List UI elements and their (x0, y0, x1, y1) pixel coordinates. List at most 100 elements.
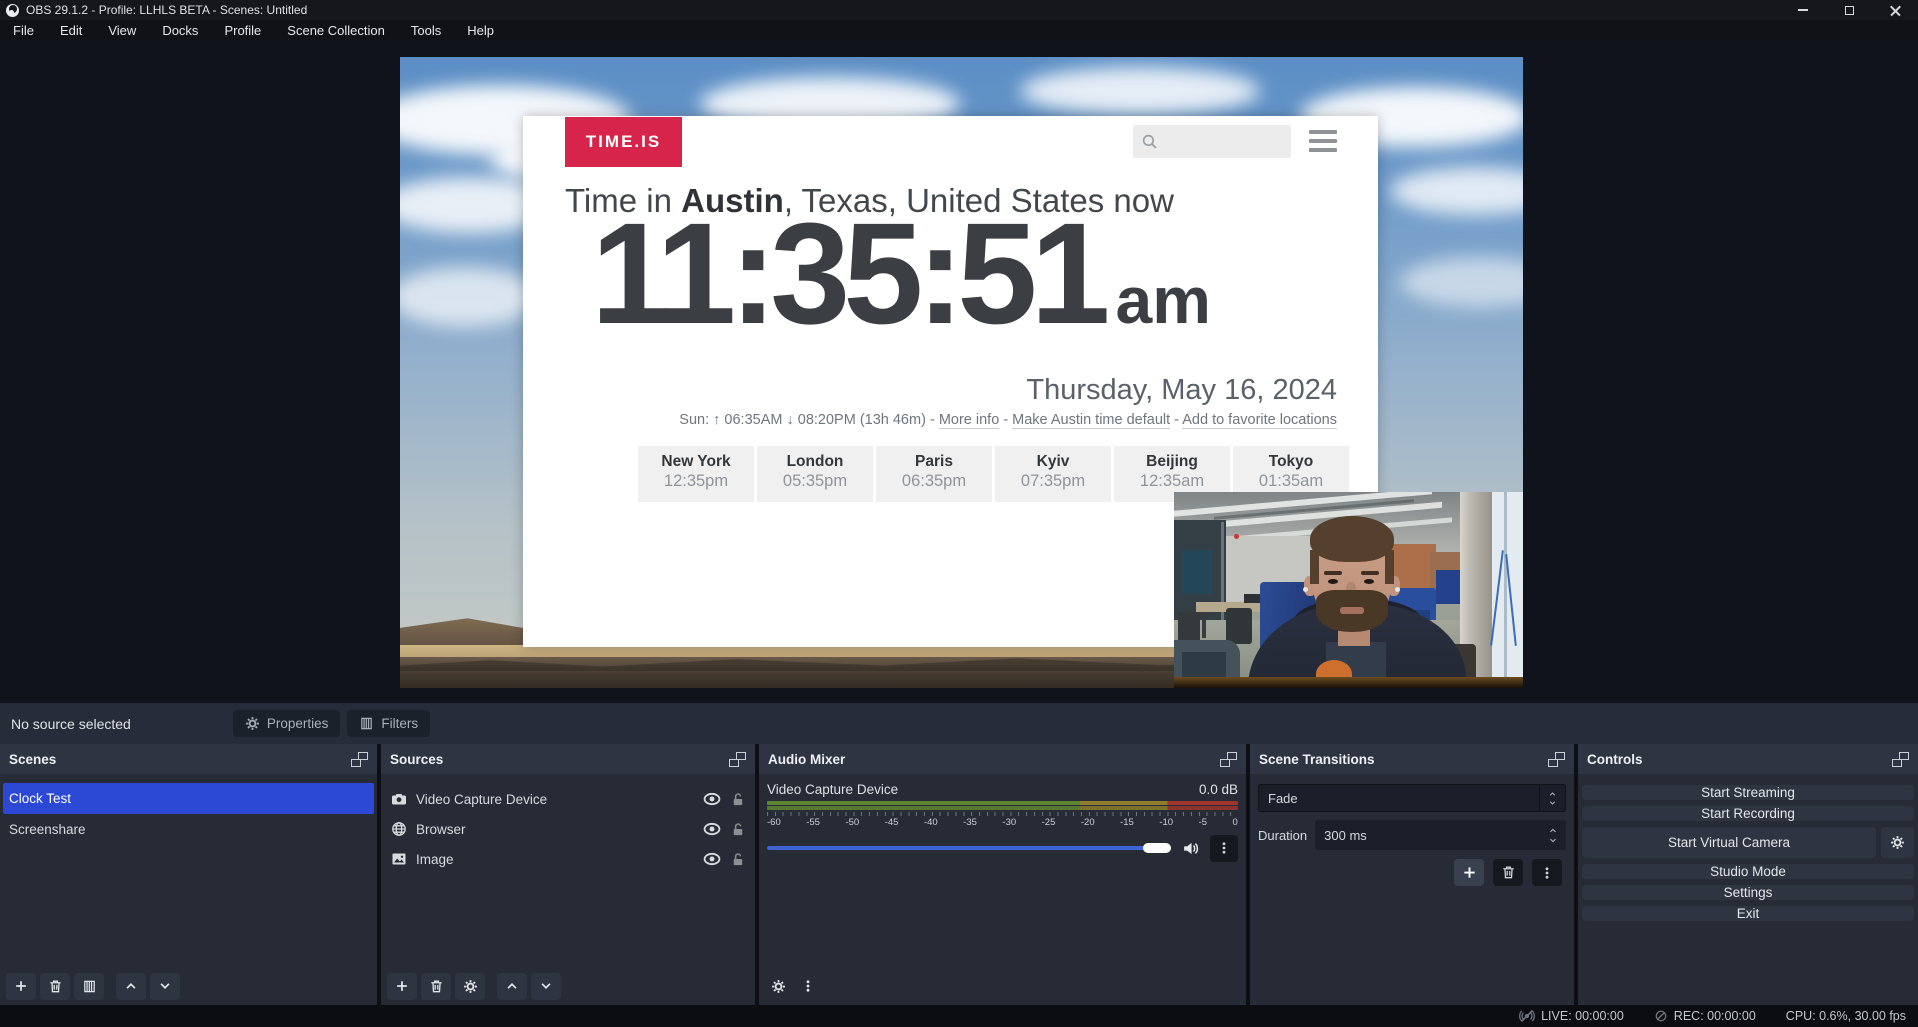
scenes-dock-header: Scenes (0, 744, 377, 774)
maximize-icon (1845, 6, 1854, 15)
scene-item-screenshare[interactable]: Screenshare (0, 814, 377, 845)
close-button[interactable] (1872, 0, 1918, 20)
exit-button[interactable]: Exit (1582, 906, 1914, 921)
settings-button[interactable]: Settings (1582, 885, 1914, 900)
filters-button[interactable]: Filters (347, 710, 430, 737)
source-move-down-button[interactable] (531, 973, 561, 1000)
menu-docks[interactable]: Docks (149, 20, 211, 40)
maximize-button[interactable] (1826, 0, 1872, 20)
source-move-up-button[interactable] (497, 973, 527, 1000)
clock-display: 11:35:51am (591, 202, 1211, 346)
source-item-browser[interactable]: Browser (381, 814, 755, 844)
volume-slider-handle[interactable] (1143, 843, 1171, 853)
studio-mode-button[interactable]: Studio Mode (1582, 864, 1914, 879)
obs-logo-icon (6, 4, 19, 17)
transition-options-button[interactable] (1532, 859, 1562, 886)
controls-dock: Controls Start Streaming Start Recording… (1578, 744, 1918, 1005)
scene-move-down-button[interactable] (150, 973, 180, 1000)
start-recording-button[interactable]: Start Recording (1582, 806, 1914, 821)
source-item-image[interactable]: Image (381, 844, 755, 874)
controls-header: Controls (1578, 744, 1918, 774)
speaker-icon[interactable] (1181, 840, 1200, 857)
visibility-eye-icon[interactable] (703, 852, 721, 866)
remove-scene-button[interactable] (40, 973, 70, 1000)
virtual-camera-settings-button[interactable] (1881, 827, 1914, 858)
live-status: LIVE: 00:00:00 (1519, 1008, 1624, 1024)
duration-spinbox[interactable]: 300 ms (1315, 820, 1566, 850)
channel-options-button[interactable] (1210, 835, 1238, 862)
scene-filters-button[interactable] (74, 973, 104, 1000)
minimize-icon (1798, 9, 1808, 11)
add-source-button[interactable] (387, 973, 417, 1000)
city-newyork[interactable]: New York12:35pm (638, 446, 754, 502)
timeis-logo[interactable]: TIME.IS (565, 117, 682, 167)
mixer-channel: Video Capture Device 0.0 dB -60-55-50-45… (759, 774, 1246, 861)
visibility-eye-icon[interactable] (703, 822, 721, 836)
audio-mixer-header: Audio Mixer (759, 744, 1246, 774)
duration-arrows[interactable] (1540, 826, 1566, 845)
source-status-text: No source selected (11, 716, 131, 732)
broadcast-off-icon (1519, 1008, 1535, 1024)
selected-source-toolbar: No source selected Properties Filters (0, 703, 1918, 744)
cpu-fps-status: CPU: 0.6%, 30.00 fps (1786, 1009, 1906, 1023)
channel-name: Video Capture Device (767, 782, 898, 797)
lock-icon[interactable] (730, 822, 745, 837)
minimize-button[interactable] (1780, 0, 1826, 20)
link-make-default[interactable]: Make Austin time default (1012, 412, 1170, 429)
volume-slider[interactable] (767, 846, 1171, 850)
menu-help[interactable]: Help (454, 20, 507, 40)
start-virtual-camera-button[interactable]: Start Virtual Camera (1582, 827, 1876, 858)
link-add-favorite[interactable]: Add to favorite locations (1182, 412, 1337, 429)
transition-select[interactable]: Fade (1258, 784, 1566, 812)
rec-status: REC: 00:00:00 (1654, 1009, 1756, 1023)
search-input[interactable] (1133, 125, 1291, 158)
popout-icon (729, 752, 746, 767)
obs-window: OBS 29.1.2 - Profile: LLHLS BETA - Scene… (0, 0, 1918, 1027)
volume-meter-right (767, 806, 1238, 810)
menu-scene-collection[interactable]: Scene Collection (274, 20, 398, 40)
close-icon (1890, 5, 1901, 16)
menu-edit[interactable]: Edit (47, 20, 95, 40)
globe-icon (391, 821, 407, 837)
sources-dock: Sources Video Capture Device Browser (381, 744, 755, 1005)
link-more-info[interactable]: More info (939, 412, 999, 429)
menu-profile[interactable]: Profile (211, 20, 274, 40)
scene-move-up-button[interactable] (116, 973, 146, 1000)
date-line: Thursday, May 16, 2024 (1026, 374, 1337, 407)
meter-tick-labels: -60-55-50-45-40-35-30-25-20-15-10-50 (767, 817, 1238, 828)
mixer-options-button[interactable] (795, 973, 821, 1000)
lock-icon[interactable] (730, 792, 745, 807)
dock-area: Scenes Clock Test Screenshare (0, 744, 1918, 1005)
webcam-video-overlay[interactable] (1174, 492, 1523, 688)
menu-tools[interactable]: Tools (398, 20, 454, 40)
program-canvas[interactable]: TIME.IS Time in Austin, Texas, United St… (400, 57, 1523, 688)
window-title: OBS 29.1.2 - Profile: LLHLS BETA - Scene… (26, 3, 307, 17)
sources-dock-header: Sources (381, 744, 755, 774)
volume-meter-left (767, 801, 1238, 805)
popout-icon (351, 752, 368, 767)
city-paris[interactable]: Paris06:35pm (876, 446, 992, 502)
popout-icon (1548, 752, 1565, 767)
hamburger-menu-icon[interactable] (1309, 130, 1337, 152)
scene-item-clock-test[interactable]: Clock Test (3, 783, 374, 814)
remove-transition-button[interactable] (1493, 859, 1523, 886)
preview-area: TIME.IS Time in Austin, Texas, United St… (0, 40, 1918, 703)
advanced-audio-button[interactable] (765, 973, 791, 1000)
popout-icon (1892, 752, 1909, 767)
source-properties-button[interactable] (455, 973, 485, 1000)
city-kyiv[interactable]: Kyiv07:35pm (995, 446, 1111, 502)
menu-file[interactable]: File (0, 20, 47, 40)
lock-icon[interactable] (730, 852, 745, 867)
visibility-eye-icon[interactable] (703, 792, 721, 806)
add-transition-button[interactable] (1454, 859, 1484, 886)
add-scene-button[interactable] (6, 973, 36, 1000)
source-item-video-capture[interactable]: Video Capture Device (381, 784, 755, 814)
properties-button[interactable]: Properties (233, 710, 341, 737)
start-streaming-button[interactable]: Start Streaming (1582, 785, 1914, 800)
filter-icon (359, 716, 374, 731)
title-bar: OBS 29.1.2 - Profile: LLHLS BETA - Scene… (0, 0, 1918, 20)
remove-source-button[interactable] (421, 973, 451, 1000)
transition-select-arrows[interactable] (1539, 785, 1565, 811)
city-london[interactable]: London05:35pm (757, 446, 873, 502)
menu-view[interactable]: View (95, 20, 149, 40)
